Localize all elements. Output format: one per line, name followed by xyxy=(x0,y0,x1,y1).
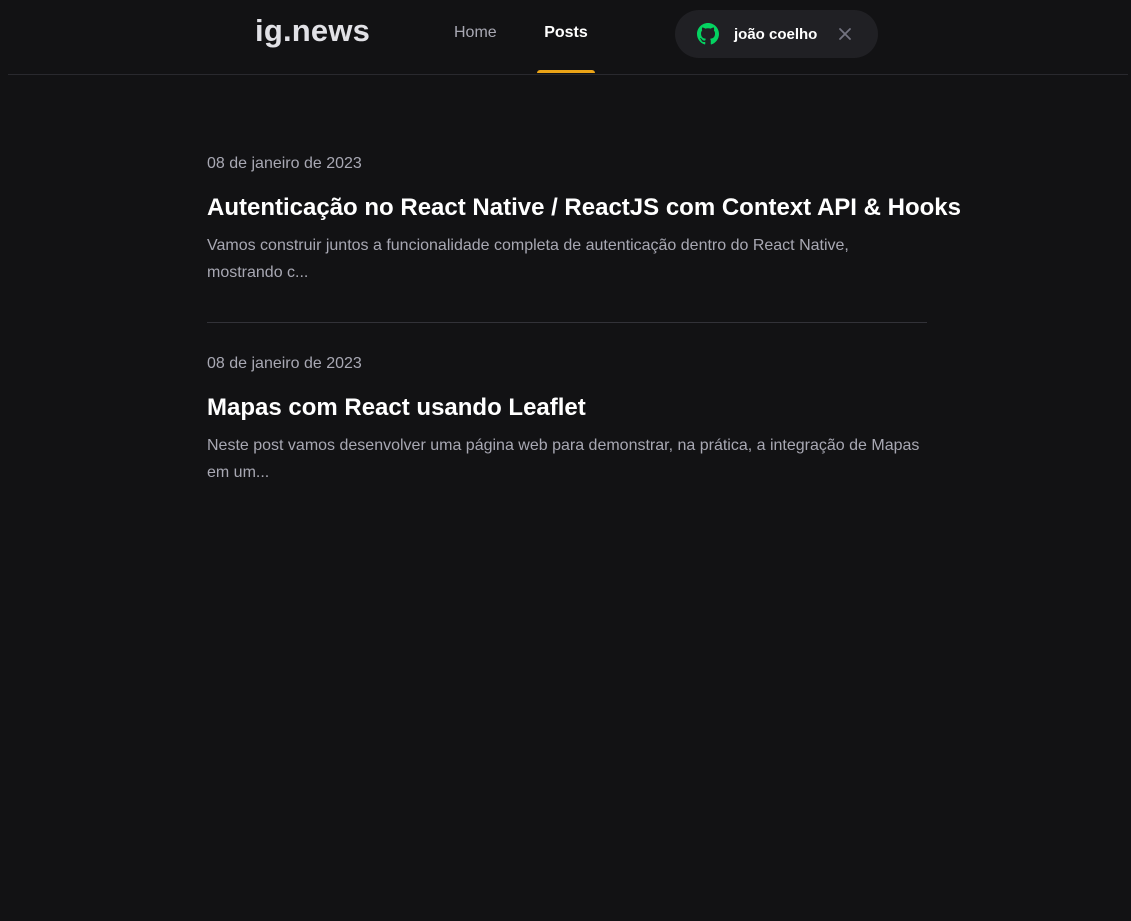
nav-home-link[interactable]: Home xyxy=(454,24,497,74)
github-icon xyxy=(697,23,719,45)
post-item[interactable]: 08 de janeiro de 2023 Autenticação no Re… xyxy=(207,140,961,322)
posts-list: 08 de janeiro de 2023 Autenticação no Re… xyxy=(207,140,961,522)
post-excerpt: Neste post vamos desenvolver uma página … xyxy=(207,437,920,481)
site-logo[interactable]: ig.news xyxy=(255,13,370,49)
signin-button[interactable]: joão coelho xyxy=(675,10,878,58)
user-name: joão coelho xyxy=(734,26,818,43)
site-header: ig.news Home Posts joão coelho xyxy=(8,0,1128,75)
close-icon[interactable] xyxy=(835,24,855,44)
post-date: 08 de janeiro de 2023 xyxy=(207,155,362,172)
post-date: 08 de janeiro de 2023 xyxy=(207,355,362,372)
post-excerpt: Vamos construir juntos a funcionalidade … xyxy=(207,237,849,281)
post-item[interactable]: 08 de janeiro de 2023 Mapas com React us… xyxy=(207,322,927,522)
post-title[interactable]: Mapas com React usando Leaflet xyxy=(207,394,927,422)
nav-posts-link[interactable]: Posts xyxy=(537,24,595,74)
nav-active-indicator xyxy=(537,70,595,73)
post-title[interactable]: Autenticação no React Native / ReactJS c… xyxy=(207,194,961,222)
